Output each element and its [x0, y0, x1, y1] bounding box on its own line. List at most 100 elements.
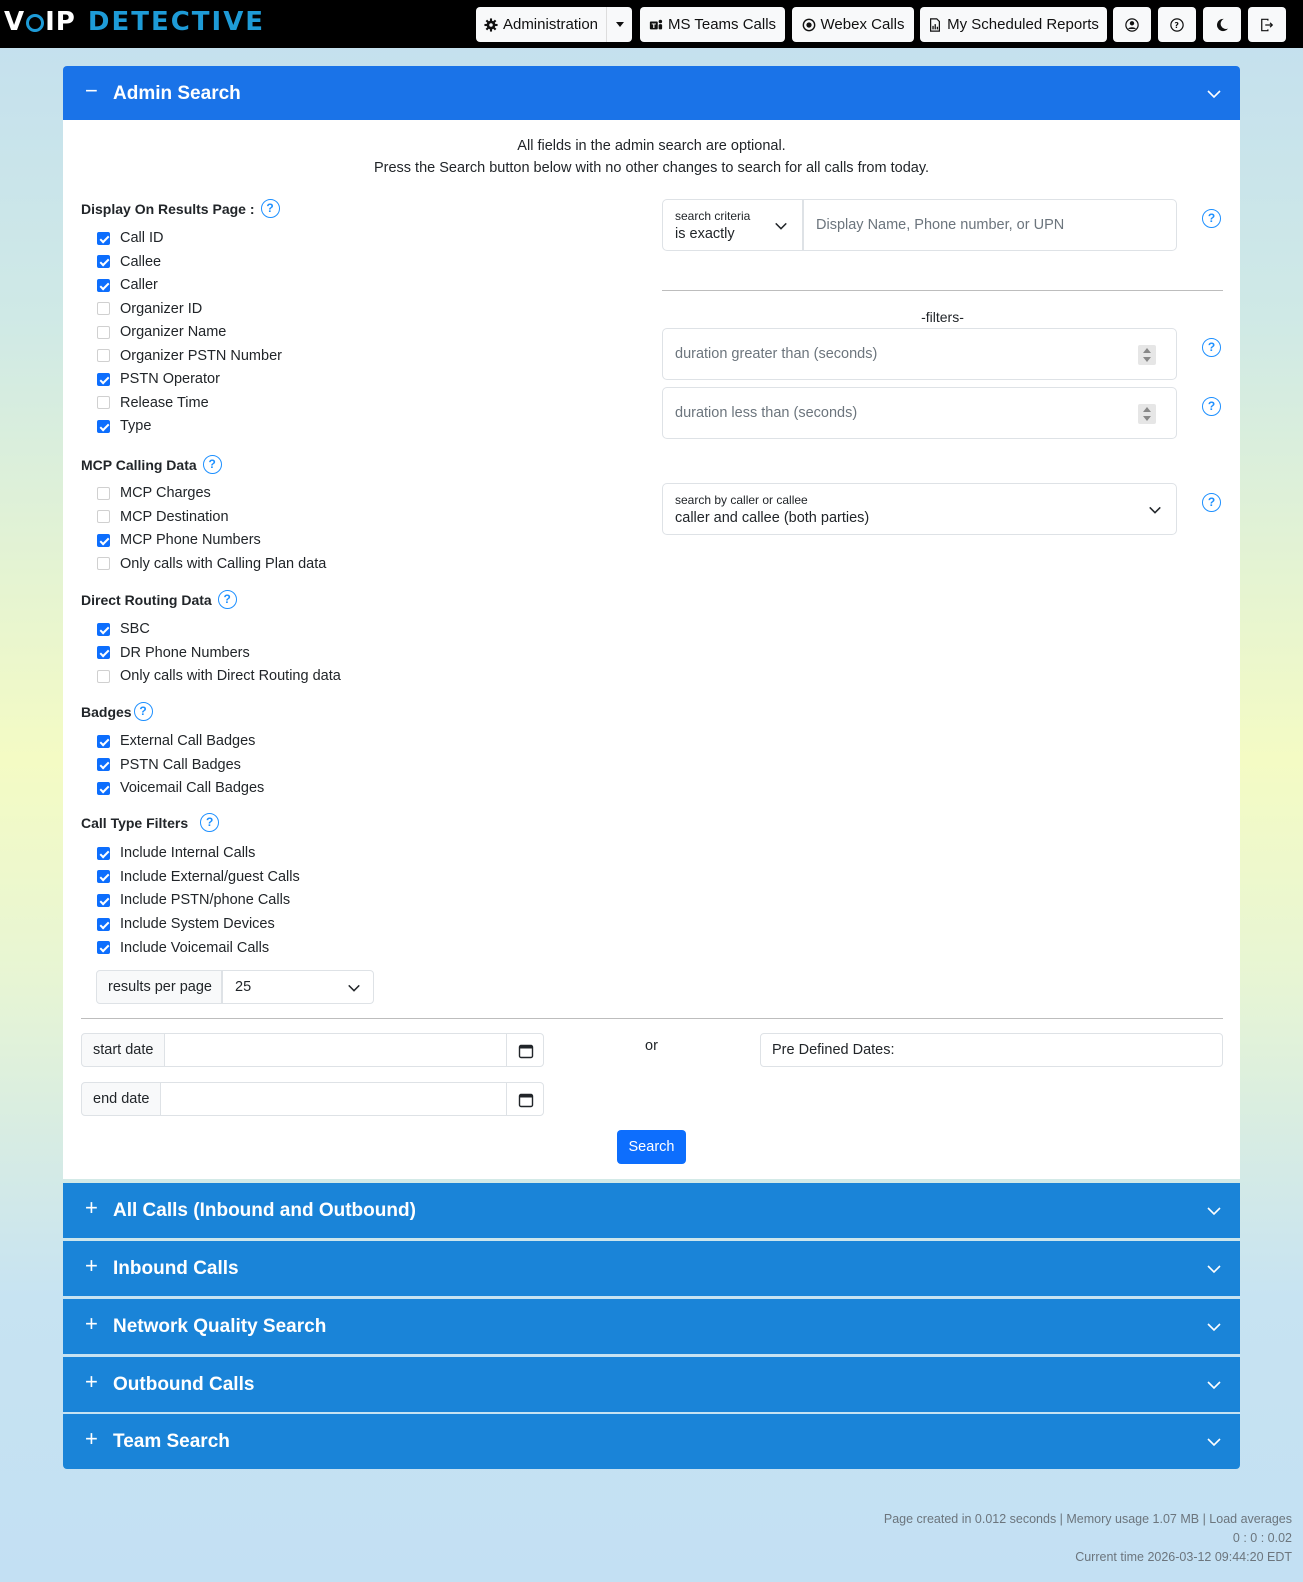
accordion-header[interactable]: + Inbound Calls — [63, 1241, 1240, 1296]
checkbox-label: MCP Phone Numbers — [120, 532, 261, 548]
help-icon[interactable]: ? — [217, 590, 237, 609]
checkbox-row[interactable]: PSTN Operator — [97, 369, 220, 389]
checkbox-unchecked[interactable] — [97, 669, 110, 683]
checkbox-row[interactable]: MCP Charges — [97, 483, 211, 503]
checkbox-unchecked[interactable] — [97, 486, 110, 500]
checkbox-row[interactable]: MCP Phone Numbers — [97, 530, 261, 550]
dark-mode-button[interactable] — [1203, 7, 1241, 42]
checkbox-unchecked[interactable] — [97, 325, 110, 339]
checkbox-row[interactable]: Release Time — [97, 393, 209, 413]
checkbox-unchecked[interactable] — [97, 349, 110, 362]
search-button[interactable]: Search — [617, 1130, 686, 1164]
results-per-page-text: results per page — [108, 979, 212, 995]
checkbox-row[interactable]: Only calls with Calling Plan data — [97, 554, 326, 574]
checkbox-unchecked[interactable] — [97, 302, 110, 315]
number-spinner[interactable] — [1138, 404, 1156, 424]
checkbox-checked[interactable] — [97, 278, 110, 292]
checkbox-row[interactable]: Organizer ID — [97, 299, 202, 319]
checkbox-row[interactable]: Include Voicemail Calls — [97, 938, 269, 958]
checkbox-row[interactable]: Include PSTN/phone Calls — [97, 890, 290, 910]
checkbox-checked[interactable] — [97, 781, 110, 795]
checkbox-label: Call ID — [120, 230, 164, 246]
caller-callee-select[interactable]: search by caller or callee caller and ca… — [662, 483, 1177, 535]
checkbox-checked[interactable] — [97, 646, 110, 659]
search-criteria-label: search criteria — [675, 209, 751, 223]
checkbox-unchecked[interactable] — [97, 557, 110, 570]
checkbox-checked[interactable] — [97, 758, 110, 771]
profile-button[interactable] — [1113, 7, 1151, 42]
checkbox-row[interactable]: Call ID — [97, 228, 164, 248]
help-button[interactable]: ? — [1158, 7, 1196, 42]
checkbox-checked[interactable] — [97, 533, 110, 547]
accordion-header[interactable]: + Network Quality Search — [63, 1299, 1240, 1354]
checkbox-label: Organizer PSTN Number — [120, 347, 282, 364]
direct-routing-data-label: Direct Routing Data ? — [81, 590, 237, 609]
checkbox-checked[interactable] — [97, 372, 110, 386]
help-icon[interactable]: ? — [1202, 209, 1221, 228]
duration-less-than-input[interactable]: duration less than (seconds) — [662, 387, 1177, 439]
my-scheduled-reports-button[interactable]: My Scheduled Reports — [920, 7, 1107, 42]
checkbox-row[interactable]: Callee — [97, 252, 161, 272]
checkbox-unchecked[interactable] — [97, 510, 110, 523]
help-icon[interactable]: ? — [1202, 338, 1221, 357]
checkbox-row[interactable]: Include External/guest Calls — [97, 867, 300, 887]
checkbox-row[interactable]: Include System Devices — [97, 914, 275, 934]
checkbox-row[interactable]: Organizer PSTN Number — [97, 346, 282, 366]
checkbox-row[interactable]: External Call Badges — [97, 731, 255, 751]
help-icon[interactable]: ? — [200, 813, 220, 832]
checkbox-checked[interactable] — [97, 734, 110, 748]
checkbox-label: External Call Badges — [120, 733, 256, 749]
checkbox-checked[interactable] — [97, 941, 110, 955]
predefined-dates-select[interactable]: Pre Defined Dates: — [760, 1033, 1223, 1067]
ms-teams-calls-button[interactable]: T MS Teams Calls — [640, 7, 785, 42]
accordion-header[interactable]: + Outbound Calls — [63, 1357, 1240, 1412]
checkbox-checked[interactable] — [97, 255, 110, 268]
number-spinner[interactable] — [1138, 345, 1156, 365]
checkbox-row[interactable]: MCP Destination — [97, 507, 229, 527]
help-icon[interactable]: ? — [260, 199, 280, 218]
checkbox-row[interactable]: Only calls with Direct Routing data — [97, 666, 341, 686]
search-criteria-select[interactable]: search criteria is exactly — [662, 199, 803, 251]
webex-calls-button[interactable]: Webex Calls — [792, 7, 914, 42]
help-icon[interactable]: ? — [202, 455, 222, 474]
administration-button[interactable]: Administration — [476, 7, 606, 42]
admin-search-header[interactable]: − Admin Search — [63, 66, 1240, 121]
checkbox-row[interactable]: Type — [97, 416, 151, 436]
search-user-input[interactable]: Display Name, Phone number, or UPN — [803, 199, 1177, 251]
accordion-header[interactable]: + All Calls (Inbound and Outbound) — [63, 1183, 1240, 1238]
checkbox-checked[interactable] — [97, 917, 110, 931]
results-per-page-select[interactable]: 25 — [222, 970, 374, 1004]
checkbox-row[interactable]: Organizer Name — [97, 322, 226, 342]
checkbox-checked[interactable] — [97, 870, 110, 884]
help-icon[interactable]: ? — [1202, 397, 1221, 416]
logo-letter-v: V — [4, 7, 26, 37]
checkbox-row[interactable]: DR Phone Numbers — [97, 643, 250, 663]
checkbox-checked[interactable] — [97, 419, 110, 433]
start-date-input[interactable] — [164, 1033, 507, 1067]
divider — [662, 290, 1223, 291]
checkbox-row[interactable]: Voicemail Call Badges — [97, 778, 264, 798]
end-date-input[interactable] — [160, 1082, 507, 1116]
checkbox-row[interactable]: Caller — [97, 275, 158, 295]
checkbox-unchecked[interactable] — [97, 396, 110, 409]
badges-label: Badges ? — [81, 702, 153, 721]
accordion-header[interactable]: + Team Search — [63, 1414, 1240, 1469]
checkbox-row[interactable]: PSTN Call Badges — [97, 755, 241, 775]
checkbox-checked[interactable] — [97, 893, 110, 907]
duration-greater-than-input[interactable]: duration greater than (seconds) — [662, 328, 1177, 380]
checkbox-row[interactable]: Include Internal Calls — [97, 843, 255, 863]
checkbox-label: PSTN Operator — [120, 371, 220, 387]
checkbox-checked[interactable] — [97, 231, 110, 245]
search-criteria-value: is exactly — [675, 226, 735, 242]
checkbox-checked[interactable] — [97, 846, 110, 860]
administration-dropdown-toggle[interactable] — [606, 7, 632, 42]
start-date-calendar-button[interactable] — [506, 1033, 544, 1067]
help-icon[interactable]: ? — [133, 702, 153, 721]
logout-button[interactable] — [1248, 7, 1286, 42]
app-logo[interactable]: V IP DETECTIVE — [4, 6, 265, 38]
checkbox-row[interactable]: SBC — [97, 619, 150, 639]
help-icon[interactable]: ? — [1202, 493, 1221, 512]
checkbox-label: Include External/guest Calls — [120, 868, 300, 885]
checkbox-checked[interactable] — [97, 622, 110, 636]
end-date-calendar-button[interactable] — [506, 1082, 544, 1116]
